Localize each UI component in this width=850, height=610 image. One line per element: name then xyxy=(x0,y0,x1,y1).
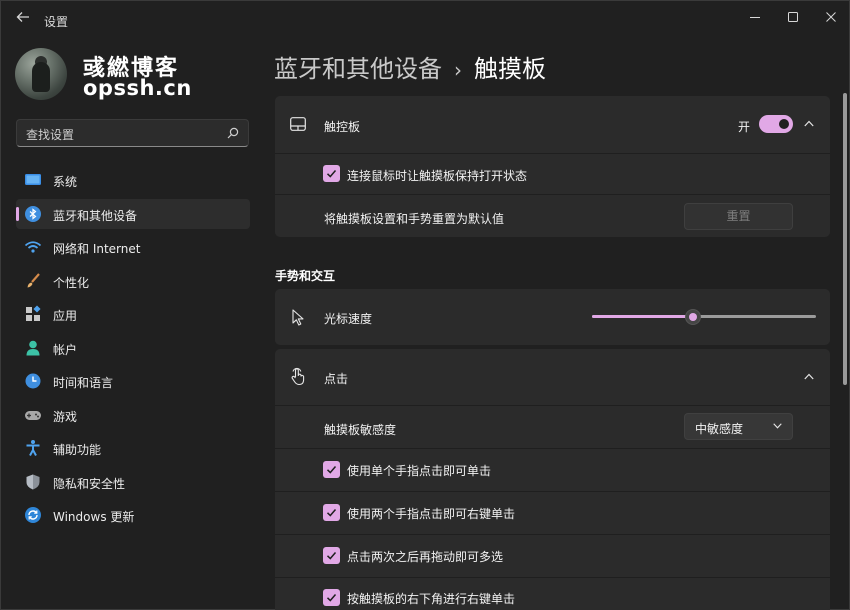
brand-domain: opssh.cn xyxy=(83,76,192,100)
tap-option-row: 使用单个手指点击即可单击 xyxy=(275,449,830,491)
windows-update-icon xyxy=(25,507,41,523)
keep-on-label: 连接鼠标时让触摸板保持打开状态 xyxy=(347,169,528,183)
sensitivity-row: 触摸板敏感度 中敏感度 xyxy=(275,406,830,448)
sensitivity-value: 中敏感度 xyxy=(695,422,744,436)
sidebar-item-system[interactable]: 系统 xyxy=(16,165,250,195)
brush-icon xyxy=(27,272,40,287)
time-language-icon xyxy=(25,373,41,389)
sensitivity-dropdown[interactable]: 中敏感度 xyxy=(684,413,793,440)
back-arrow-icon[interactable] xyxy=(13,9,33,29)
single-tap-checkbox[interactable] xyxy=(323,461,340,478)
page-title: 触摸板 xyxy=(474,55,546,83)
chevron-up-icon[interactable] xyxy=(804,373,814,380)
touchpad-header-row[interactable]: 触控板 开 xyxy=(275,96,830,153)
sidebar-item-bluetooth[interactable]: 蓝牙和其他设备 xyxy=(16,198,250,229)
sidebar-item-time-language[interactable]: 时间和语言 xyxy=(16,366,250,396)
toggle-state-label: 开 xyxy=(738,120,751,134)
bluetooth-icon xyxy=(25,205,41,222)
shield-icon xyxy=(26,474,40,489)
search-placeholder: 查找设置 xyxy=(26,128,75,142)
reset-row: 将触摸板设置和手势重置为默认值 重置 xyxy=(275,195,830,237)
two-finger-tap-checkbox[interactable] xyxy=(323,504,340,521)
avatar[interactable] xyxy=(15,48,67,100)
sidebar-item-windows-update[interactable]: Windows 更新 xyxy=(16,500,250,530)
gamepad-icon xyxy=(25,410,41,420)
sidebar-item-network[interactable]: 网络和 Internet xyxy=(16,232,250,262)
cursor-speed-card: 光标速度 xyxy=(275,289,830,345)
tap-option-label: 按触摸板的右下角进行右键单击 xyxy=(347,592,516,606)
sidebar-item-privacy[interactable]: 隐私和安全性 xyxy=(16,467,250,497)
breadcrumb: 蓝牙和其他设备 › 触摸板 xyxy=(274,49,546,84)
keep-on-checkbox[interactable] xyxy=(323,165,340,182)
touchpad-toggle[interactable] xyxy=(759,115,793,133)
scrollbar[interactable] xyxy=(843,93,847,385)
search-icon xyxy=(227,127,239,139)
sidebar-item-accessibility[interactable]: 辅助功能 xyxy=(16,433,250,463)
breadcrumb-parent[interactable]: 蓝牙和其他设备 xyxy=(274,55,442,83)
keep-on-row: 连接鼠标时让触摸板保持打开状态 xyxy=(275,154,830,194)
sidebar-item-personalization[interactable]: 个性化 xyxy=(16,266,250,296)
close-icon[interactable] xyxy=(811,5,850,29)
sidebar-item-accounts[interactable]: 帐户 xyxy=(16,333,250,363)
chevron-up-icon[interactable] xyxy=(804,120,814,127)
sidebar-nav: 系统 蓝牙和其他设备 网络和 Internet 个性化 应用 帐户 时间和语言 xyxy=(16,165,250,534)
sidebar-item-apps[interactable]: 应用 xyxy=(16,299,250,329)
sensitivity-label: 触摸板敏感度 xyxy=(324,423,397,437)
sidebar-item-gaming[interactable]: 游戏 xyxy=(16,400,250,430)
touchpad-card: 触控板 开 连接鼠标时让触摸板保持打开状态 将触摸板设置和手势重置为默认值 重置 xyxy=(275,96,830,237)
tap-option-row: 点击两次之后再拖动即可多选 xyxy=(275,535,830,577)
tap-title: 点击 xyxy=(324,372,349,386)
tap-hand-icon xyxy=(291,367,305,386)
breadcrumb-separator: › xyxy=(454,58,462,82)
cursor-speed-thumb[interactable] xyxy=(684,309,701,325)
tap-option-row: 按触摸板的右下角进行右键单击 xyxy=(275,578,830,610)
settings-window: 设置 彧繎博客 opssh.cn 查找设置 系统 蓝牙和其他设备 网络和 Int… xyxy=(0,0,850,610)
maximize-icon[interactable] xyxy=(773,5,813,29)
reset-button[interactable]: 重置 xyxy=(684,203,793,230)
apps-icon xyxy=(26,305,41,321)
section-title: 手势和交互 xyxy=(275,269,336,283)
system-icon xyxy=(25,174,41,185)
tap-option-row: 使用两个手指点击即可右键单击 xyxy=(275,492,830,534)
cursor-speed-fill xyxy=(592,315,693,318)
tap-option-label: 点击两次之后再拖动即可多选 xyxy=(347,550,504,564)
wifi-icon xyxy=(24,241,42,253)
search-input[interactable]: 查找设置 xyxy=(16,119,249,147)
minimize-icon[interactable] xyxy=(735,5,775,29)
chevron-down-icon xyxy=(773,423,782,429)
account-icon xyxy=(26,340,40,355)
tap-drag-checkbox[interactable] xyxy=(323,547,340,564)
accessibility-icon xyxy=(26,440,40,456)
tap-option-label: 使用两个手指点击即可右键单击 xyxy=(347,507,516,521)
tap-header-row[interactable]: 点击 xyxy=(275,349,830,405)
bottom-right-click-checkbox[interactable] xyxy=(323,589,340,606)
cursor-speed-label: 光标速度 xyxy=(324,312,373,326)
tap-option-label: 使用单个手指点击即可单击 xyxy=(347,464,492,478)
title-bar: 设置 xyxy=(1,1,849,37)
touchpad-title: 触控板 xyxy=(324,120,361,134)
cursor-icon xyxy=(292,309,304,326)
touchpad-icon xyxy=(290,117,306,131)
reset-label: 将触摸板设置和手势重置为默认值 xyxy=(324,212,505,226)
tap-card: 点击 触摸板敏感度 中敏感度 使用单个手指点击即可单击 使用两个手指点击即可右键… xyxy=(275,349,830,610)
app-title: 设置 xyxy=(44,15,69,29)
